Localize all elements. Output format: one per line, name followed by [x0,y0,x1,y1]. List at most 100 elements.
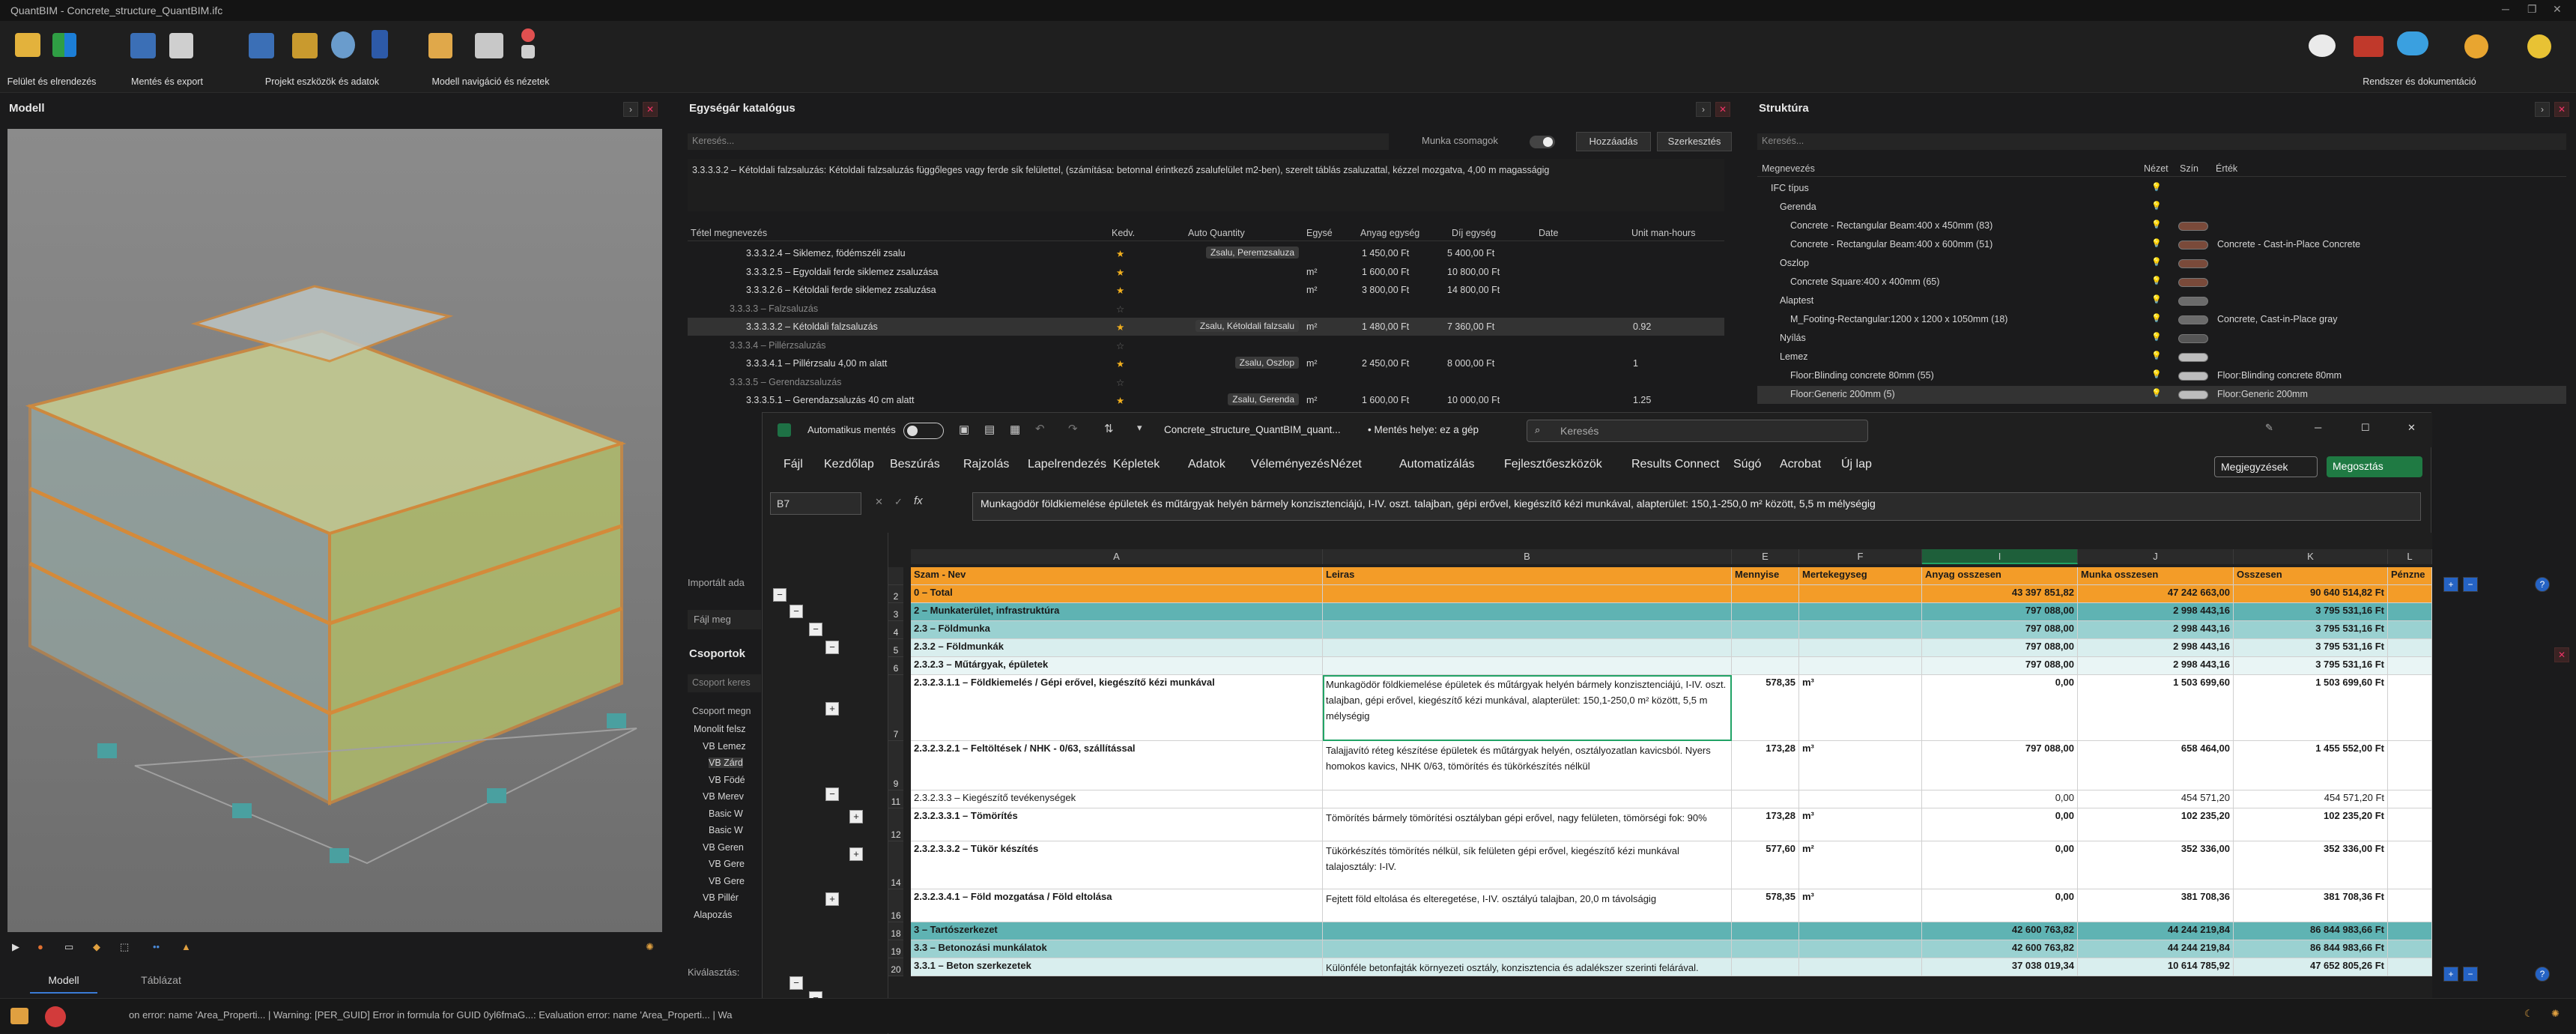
cell-i[interactable]: 42 600 763,82 [1922,922,2078,940]
cell-i[interactable]: 42 600 763,82 [1922,940,2078,958]
color-swatch[interactable] [2178,334,2208,343]
cell-k[interactable]: 3 795 531,16 Ft [2234,657,2388,675]
cell-k[interactable]: 3 795 531,16 Ft [2234,621,2388,639]
visibility-bulb-icon[interactable]: 💡 [2151,332,2162,342]
header-cell[interactable]: Munka osszesen [2078,567,2234,585]
cell-b[interactable] [1323,940,1732,958]
group-item[interactable]: VB Gere [709,859,745,869]
structure-row[interactable]: Oszlop 💡 [1757,255,2566,273]
catalog-search-input[interactable]: Keresés... [688,133,1389,150]
cell-i[interactable]: 797 088,00 [1922,621,2078,639]
cell-i[interactable]: 37 038 019,34 [1922,958,2078,976]
cell-j[interactable]: 10 614 785,92 [2078,958,2234,976]
outline-toggle-button[interactable]: − [790,976,803,990]
row-number[interactable]: 2 [888,585,903,603]
help-icon[interactable] [2527,34,2551,58]
close-icon[interactable]: ✕ [2553,3,2562,16]
col-fav[interactable]: Kedv. [1112,228,1135,238]
cell-j[interactable]: 44 244 219,84 [2078,940,2234,958]
cell-f[interactable] [1799,790,1922,808]
cell-l[interactable] [2388,621,2432,639]
cell-i[interactable]: 0,00 [1922,889,2078,922]
group-item[interactable]: VB Födé [709,775,745,785]
catalog-row[interactable]: 3.3.3.2.4 – Siklemez, födémszéli zsalu ★ Z… [688,244,1724,262]
color-swatch[interactable] [2178,278,2208,287]
catalog-row[interactable]: 3.3.3.3.2 – Kétoldali falzsaluzás ★ Zsalu,… [688,318,1724,336]
group-item[interactable]: Basic W [709,825,743,835]
column-header[interactable]: J [2078,549,2234,564]
settings-icon[interactable]: ✺ [646,941,654,953]
cell-l[interactable] [2388,657,2432,675]
cell-i[interactable]: 797 088,00 [1922,603,2078,621]
structure-row[interactable]: Lemez 💡 [1757,348,2566,366]
layout-grid-icon[interactable] [52,33,76,57]
play-icon[interactable]: ▶ [12,941,19,953]
pen-icon[interactable]: ✎ [2265,422,2273,434]
cell-a[interactable]: 2.3 – Földmunka [911,621,1323,639]
toolbox-icon[interactable] [2354,36,2383,57]
panel-close-button[interactable]: ✕ [2554,102,2569,117]
visibility-bulb-icon[interactable]: 💡 [2151,369,2162,379]
cancel-formula-icon[interactable]: ✕ [875,496,883,508]
cell-e[interactable] [1732,639,1799,657]
cell-e[interactable]: 173,28 [1732,741,1799,790]
spreadsheet-grid[interactable]: A B E F I J K L Szam - Nev Leiras Mennyise Mertekeg… [763,533,2432,1034]
cell-f[interactable]: m³ [1799,741,1922,790]
row-number[interactable]: 5 [888,639,903,657]
cell-i[interactable]: 43 397 851,82 [1922,585,2078,603]
outline-toggle-button[interactable]: − [825,787,839,801]
group-item[interactable]: Basic W [709,808,743,819]
menu-item[interactable]: Nézet [1330,458,1362,471]
autosave-toggle[interactable] [903,423,944,439]
save-icon[interactable] [130,33,156,58]
row-number[interactable]: 16 [888,889,903,922]
cell-f[interactable] [1799,585,1922,603]
add-icon[interactable]: + [2443,577,2458,592]
cell-k[interactable]: 1 503 699,60 Ft [2234,675,2388,741]
cell-l[interactable] [2388,603,2432,621]
cell-e[interactable] [1732,790,1799,808]
save-icon[interactable]: ▣ [959,423,969,436]
customize-icon[interactable]: ▾ [1137,422,1142,434]
group-item[interactable]: VB Lemez [703,741,746,752]
row-number[interactable]: 20 [888,958,903,976]
color-swatch[interactable] [2178,222,2208,231]
maximize-icon[interactable]: ☐ [2361,422,2370,434]
table-row[interactable]: 4 2.3 – Földmunka 797 088,00 2 998 443,16 3 … [763,621,2432,639]
menu-item[interactable]: Rajzolás [963,458,1009,471]
cell-a[interactable]: 2.3.2.3.3 – Kiegészítő tevékenységek [911,790,1323,808]
color-swatch[interactable] [2178,259,2208,268]
table-row[interactable]: 20 3.3.1 – Beton szerkezetek Különféle bet… [763,958,2432,976]
visibility-bulb-icon[interactable]: 💡 [2151,257,2162,267]
table-row[interactable]: 2 0 – Total 43 397 851,82 47 242 663,00 90 6… [763,585,2432,603]
structure-row[interactable]: Concrete - Rectangular Beam:400 x 450mm … [1757,217,2566,235]
build-icon[interactable] [10,1008,28,1024]
cell-j[interactable]: 2 998 443,16 [2078,603,2234,621]
tab-table[interactable]: Táblázat [127,974,195,994]
catalog-row[interactable]: 3.3.3.4 – Pillérzsaluzás ☆ [688,336,1724,354]
comments-button[interactable]: Megjegyzések [2214,456,2318,477]
minimize-icon[interactable]: ─ [2502,3,2509,15]
name-box[interactable]: B7 [770,492,861,515]
color-swatch[interactable] [2178,297,2208,306]
cell-f[interactable] [1799,922,1922,940]
col-man-hours[interactable]: Unit man-hours [1631,228,1695,238]
structure-row[interactable]: Nyílás 💡 [1757,330,2566,348]
panel-close-button[interactable]: ✕ [643,102,658,117]
cell-f[interactable]: m³ [1799,675,1922,741]
cell-e[interactable]: 578,35 [1732,889,1799,922]
print-icon[interactable]: ▦ [1010,423,1020,436]
minus-icon[interactable]: − [2463,577,2478,592]
outline-toggle-button[interactable]: + [849,847,863,861]
cell-k[interactable]: 3 795 531,16 Ft [2234,603,2388,621]
cell-f[interactable] [1799,603,1922,621]
measure-icon[interactable]: ▲ [181,941,191,952]
cell-b[interactable] [1323,922,1732,940]
cell-b[interactable] [1323,603,1732,621]
cell-f[interactable] [1799,639,1922,657]
structure-row[interactable]: Gerenda 💡 [1757,199,2566,217]
view-icon[interactable] [521,45,535,58]
help-icon[interactable]: ? [2535,577,2550,592]
save-location[interactable]: • Mentés helye: ez a gép [1368,424,1479,435]
folder-icon[interactable] [15,33,40,57]
